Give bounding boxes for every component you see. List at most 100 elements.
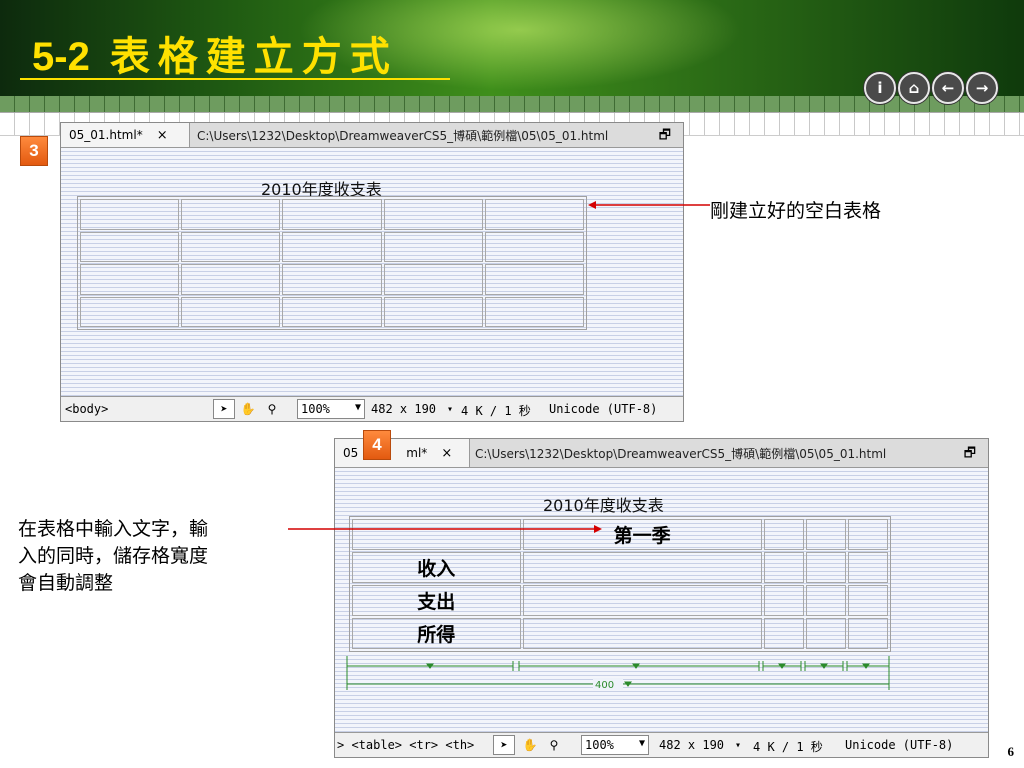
window-size[interactable]: 482 x 190: [659, 738, 724, 752]
document-tabbar: 05 ml* × C:\Users\1232\Desktop\Dreamweav…: [335, 439, 988, 468]
editor-window-2: 05 ml* × C:\Users\1232\Desktop\Dreamweav…: [334, 438, 989, 758]
annotation-line-2: 入的同時，儲存格寬度: [18, 545, 209, 567]
table-cell[interactable]: [484, 231, 584, 262]
arrow-head: [594, 525, 602, 533]
nav-buttons: i ⌂ ← →: [864, 72, 998, 104]
tag-selector[interactable]: <body>: [65, 402, 108, 416]
table-cell[interactable]: [805, 552, 846, 583]
close-tab-icon[interactable]: ×: [441, 446, 452, 461]
table-cell[interactable]: [383, 199, 483, 230]
chevron-down-icon: ▼: [354, 402, 361, 413]
arrow-head: [588, 201, 596, 209]
column-menu-icon[interactable]: [778, 663, 786, 669]
document-tabbar: 05_01.html* × C:\Users\1232\Desktop\Drea…: [61, 123, 683, 148]
annotation-auto-adjust: 在表格中輸入文字，輸 入的同時，儲存格寬度 會自動調整: [18, 516, 208, 597]
select-tool-icon[interactable]: ➤: [213, 399, 235, 419]
document-tab[interactable]: 05_01.html* ×: [61, 123, 190, 147]
document-tab[interactable]: 05 ml* ×: [335, 439, 470, 467]
close-tab-icon[interactable]: ×: [157, 128, 168, 143]
table-cell[interactable]: [383, 231, 483, 262]
file-path: C:\Users\1232\Desktop\DreamweaverCS5_博碩\…: [475, 447, 887, 461]
table-cell[interactable]: [181, 296, 281, 327]
table-caption: 2010年度收支表: [543, 496, 664, 515]
table-cell[interactable]: [805, 618, 846, 649]
title-underline: [20, 78, 450, 80]
column-menu-icon[interactable]: [632, 663, 640, 669]
table-cell[interactable]: [484, 199, 584, 230]
back-button[interactable]: ←: [932, 72, 964, 104]
table-cell[interactable]: [763, 519, 804, 550]
table-cell[interactable]: [847, 552, 888, 583]
table-cell[interactable]: [181, 231, 281, 262]
table-cell[interactable]: [484, 264, 584, 295]
select-tool-icon[interactable]: ➤: [493, 735, 515, 755]
zoom-select[interactable]: 100% ▼: [297, 399, 365, 419]
encoding: Unicode (UTF-8): [845, 738, 954, 752]
table-cell[interactable]: [522, 618, 762, 649]
chevron-down-icon: ▾: [735, 740, 742, 751]
annotation-blank-table: 剛建立好的空白表格: [710, 200, 882, 222]
page-number: 6: [1007, 744, 1015, 759]
table-cell[interactable]: [80, 231, 180, 262]
table-cell[interactable]: [282, 199, 382, 230]
table-cell[interactable]: [282, 264, 382, 295]
restore-window-icon[interactable]: 🗗: [659, 126, 671, 148]
table-cell[interactable]: [522, 552, 762, 583]
slide-title: 5-2 表格建立方式: [32, 24, 398, 82]
hand-tool-icon[interactable]: ✋: [237, 399, 259, 419]
table-cell[interactable]: [763, 618, 804, 649]
info-button[interactable]: i: [864, 72, 896, 104]
table-menu-icon[interactable]: [624, 681, 632, 687]
table-cell[interactable]: [181, 199, 281, 230]
table-cell[interactable]: [805, 585, 846, 616]
download-speed: 4 K / 1 秒: [753, 740, 823, 754]
table-cell[interactable]: [282, 296, 382, 327]
column-menu-icon[interactable]: [820, 663, 828, 669]
table-cell[interactable]: [383, 264, 483, 295]
table-cell[interactable]: [80, 264, 180, 295]
hand-tool-icon[interactable]: ✋: [519, 735, 541, 755]
row-header-income[interactable]: 收入: [352, 552, 521, 583]
zoom-tool-icon[interactable]: ⚲: [543, 735, 565, 755]
table-cell[interactable]: [805, 519, 846, 550]
column-menu-icon[interactable]: [426, 663, 434, 669]
table-cell[interactable]: [282, 231, 382, 262]
tag-selector[interactable]: > <table> <tr> <th>: [337, 738, 474, 752]
file-path: C:\Users\1232\Desktop\DreamweaverCS5_博碩\…: [197, 129, 609, 143]
table-cell[interactable]: [80, 199, 180, 230]
step-badge-3: 3: [20, 136, 48, 166]
chevron-down-icon: ▼: [638, 738, 645, 749]
forward-button[interactable]: →: [966, 72, 998, 104]
table-cell[interactable]: [484, 296, 584, 327]
zoom-tool-icon[interactable]: ⚲: [261, 399, 283, 419]
table-cell[interactable]: [847, 618, 888, 649]
home-button[interactable]: ⌂: [898, 72, 930, 104]
restore-window-icon[interactable]: 🗗: [964, 444, 976, 466]
table-cell[interactable]: [847, 519, 888, 550]
tab-label: 05_01.html*: [69, 128, 143, 142]
column-menu-icon[interactable]: [862, 663, 870, 669]
title-number: 5-2: [32, 35, 90, 79]
status-bar: > <table> <tr> <th> ➤ ✋ ⚲ 100% ▼ 482 x 19…: [335, 732, 988, 757]
table-cell[interactable]: [80, 296, 180, 327]
table-cell[interactable]: [383, 296, 483, 327]
table-cell[interactable]: [847, 585, 888, 616]
row-header-net[interactable]: 所得: [352, 618, 521, 649]
table-cell[interactable]: [763, 585, 804, 616]
row-header-expense[interactable]: 支出: [352, 585, 521, 616]
income-table[interactable]: 第一季 收入 支出 所得: [349, 516, 891, 652]
tab-label: 05: [343, 446, 359, 460]
blank-table[interactable]: [77, 196, 587, 330]
encoding: Unicode (UTF-8): [549, 402, 658, 416]
annotation-arrow-2: [288, 525, 602, 533]
table-cell[interactable]: [522, 585, 762, 616]
table-width-label: 400: [595, 680, 614, 691]
zoom-select[interactable]: 100% ▼: [581, 735, 649, 755]
design-canvas[interactable]: 2010年度收支表: [61, 148, 683, 396]
design-canvas[interactable]: 2010年度收支表 第一季 收入 支出 所得 400: [335, 468, 988, 732]
step-badge-4: 4: [363, 430, 391, 460]
table-cell[interactable]: [763, 552, 804, 583]
annotation-arrow-1: [588, 201, 710, 209]
table-cell[interactable]: [181, 264, 281, 295]
window-size[interactable]: 482 x 190: [371, 402, 436, 416]
